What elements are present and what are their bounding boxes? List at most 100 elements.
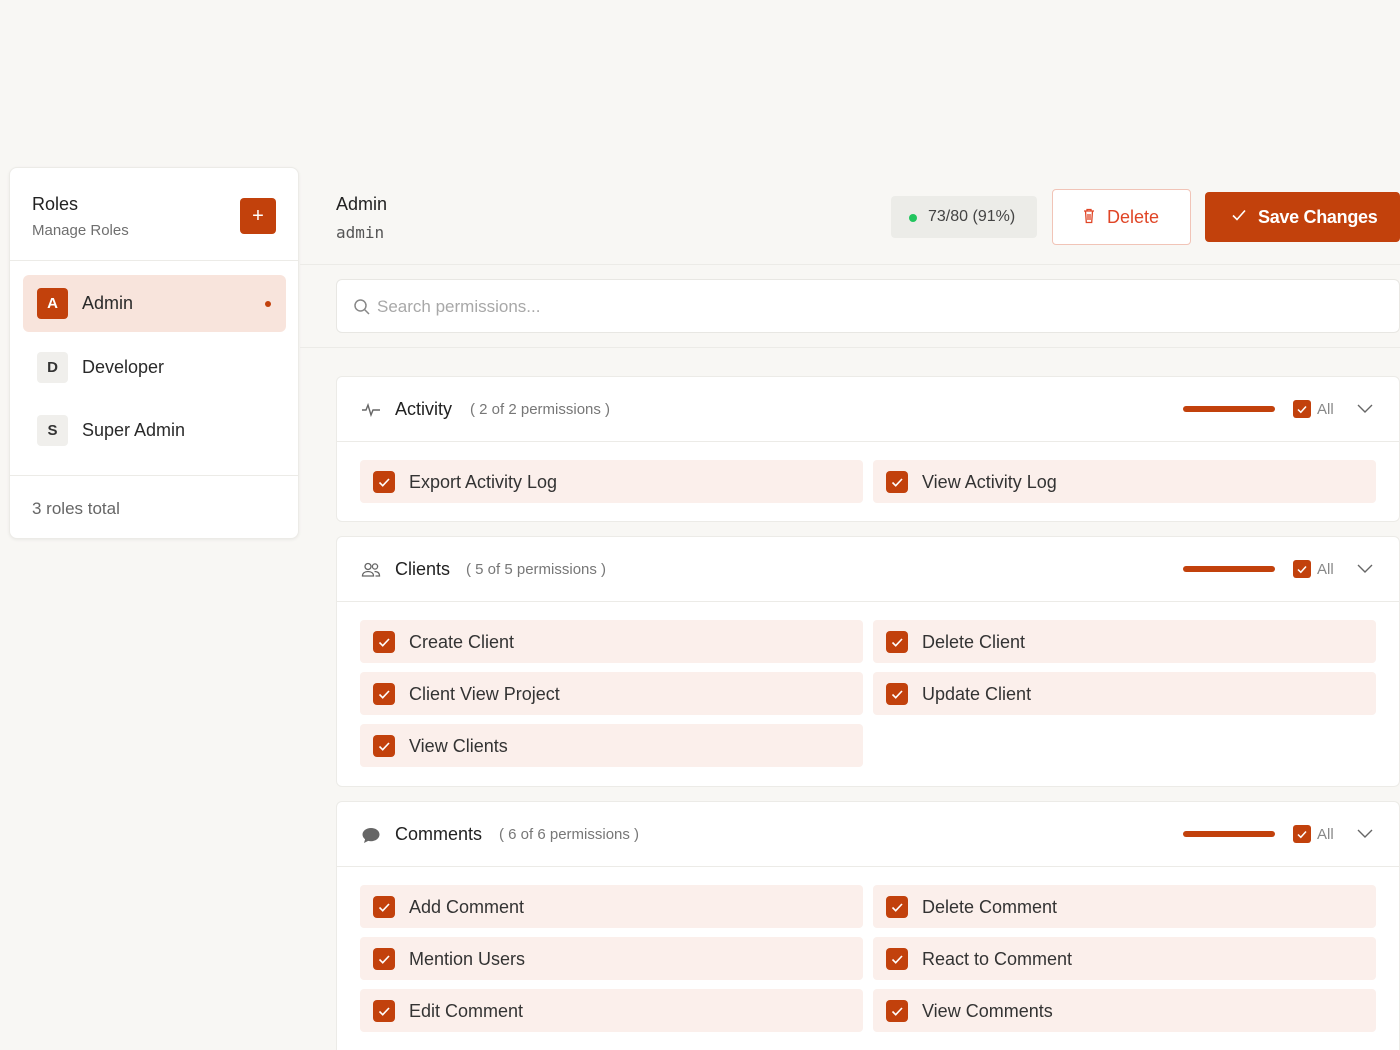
permission-stat-badge: 73/80 (91%) <box>891 196 1037 238</box>
delete-button[interactable]: Delete <box>1052 189 1191 245</box>
permission-item[interactable]: Mention Users <box>360 937 863 980</box>
status-dot-icon <box>909 214 917 222</box>
role-item-developer[interactable]: D Developer <box>23 339 286 396</box>
save-changes-label: Save Changes <box>1258 207 1378 227</box>
sidebar-subtitle: Manage Roles <box>32 222 129 239</box>
check-icon <box>378 638 390 647</box>
group-count: ( 2 of 2 permissions ) <box>470 401 611 418</box>
permission-checkbox[interactable] <box>886 896 908 918</box>
search-icon <box>354 299 370 315</box>
role-name: Super Admin <box>82 420 186 440</box>
roles-sidebar: Roles Manage Roles + A Admin D Developer… <box>9 167 299 539</box>
add-role-button[interactable]: + <box>240 198 276 234</box>
check-icon <box>1297 405 1307 414</box>
role-avatar: A <box>37 288 68 319</box>
permission-label: Mention Users <box>409 949 526 969</box>
roles-total-text: 3 roles total <box>32 499 120 518</box>
group-count: ( 5 of 5 permissions ) <box>466 561 607 578</box>
permission-item[interactable]: View Clients <box>360 724 863 767</box>
group-header[interactable]: Activity ( 2 of 2 permissions ) All <box>337 377 1399 442</box>
permission-item[interactable]: Client View Project <box>360 672 863 715</box>
permission-checkbox[interactable] <box>373 1000 395 1022</box>
check-icon <box>1232 209 1246 221</box>
permission-checkbox[interactable] <box>373 948 395 970</box>
group-progress-bar <box>1183 566 1275 572</box>
chevron-down-icon[interactable] <box>1357 562 1373 574</box>
check-icon <box>891 690 903 699</box>
permission-group-comments: Comments ( 6 of 6 permissions ) All Add … <box>336 801 1400 1050</box>
permission-checkbox[interactable] <box>373 735 395 757</box>
permission-label: Add Comment <box>409 897 525 917</box>
permission-item[interactable]: Edit Comment <box>360 989 863 1032</box>
trash-icon <box>1084 208 1094 224</box>
permission-item[interactable]: Export Activity Log <box>360 460 863 503</box>
permission-label: View Activity Log <box>922 472 1057 492</box>
group-name: Clients <box>395 559 451 579</box>
permission-label: React to Comment <box>922 949 1073 969</box>
group-count: ( 6 of 6 permissions ) <box>499 826 640 843</box>
permission-label: Delete Client <box>922 632 1026 652</box>
permission-checkbox[interactable] <box>886 683 908 705</box>
search-input[interactable] <box>377 294 1377 320</box>
permission-checkbox[interactable] <box>373 631 395 653</box>
chevron-down-icon[interactable] <box>1357 402 1373 414</box>
check-icon <box>1297 565 1307 574</box>
active-dot-indicator <box>265 301 271 307</box>
permission-item[interactable]: Update Client <box>873 672 1376 715</box>
select-all-label: All <box>1317 401 1334 418</box>
group-header[interactable]: Clients ( 5 of 5 permissions ) All <box>337 537 1399 602</box>
permission-item[interactable]: Create Client <box>360 620 863 663</box>
permission-label: Delete Comment <box>922 897 1058 917</box>
permission-item[interactable]: View Activity Log <box>873 460 1376 503</box>
permission-item[interactable]: Add Comment <box>360 885 863 928</box>
permission-checkbox[interactable] <box>373 683 395 705</box>
check-icon <box>891 638 903 647</box>
select-all-checkbox[interactable] <box>1293 825 1311 843</box>
select-all-checkbox[interactable] <box>1293 560 1311 578</box>
check-icon <box>378 1007 390 1016</box>
check-icon <box>891 478 903 487</box>
permission-label: View Clients <box>409 736 508 756</box>
permission-checkbox[interactable] <box>886 471 908 493</box>
check-icon <box>891 903 903 912</box>
permission-group-clients: Clients ( 5 of 5 permissions ) All Creat… <box>336 536 1400 787</box>
sidebar-header: Roles Manage Roles + <box>10 168 298 261</box>
permission-item[interactable]: Delete Comment <box>873 885 1376 928</box>
permission-checkbox[interactable] <box>886 948 908 970</box>
role-name: Developer <box>82 357 165 377</box>
select-all-label: All <box>1317 561 1334 578</box>
activity-icon <box>362 402 380 418</box>
select-all-checkbox[interactable] <box>1293 400 1311 418</box>
permission-checkbox[interactable] <box>886 1000 908 1022</box>
permission-label: Create Client <box>409 632 515 652</box>
role-name: Admin <box>82 293 134 313</box>
chevron-down-icon[interactable] <box>1357 827 1373 839</box>
group-progress-bar <box>1183 831 1275 837</box>
header-divider <box>300 264 1400 265</box>
check-icon <box>378 478 390 487</box>
permission-label: Export Activity Log <box>409 472 558 492</box>
check-icon <box>378 690 390 699</box>
permission-group-activity: Activity ( 2 of 2 permissions ) All Expo… <box>336 376 1400 522</box>
permission-checkbox[interactable] <box>886 631 908 653</box>
permission-item[interactable]: Delete Client <box>873 620 1376 663</box>
users-icon <box>361 562 381 577</box>
permission-label: Update Client <box>922 684 1032 704</box>
role-avatar: D <box>37 352 68 383</box>
permission-item[interactable]: React to Comment <box>873 937 1376 980</box>
save-changes-button[interactable]: Save Changes <box>1205 192 1400 242</box>
comment-icon <box>362 828 380 843</box>
permission-item[interactable]: View Comments <box>873 989 1376 1032</box>
permission-checkbox[interactable] <box>373 471 395 493</box>
search-divider <box>300 347 1400 348</box>
role-item-admin[interactable]: A Admin <box>23 275 286 332</box>
permission-label: Edit Comment <box>409 1001 524 1021</box>
role-avatar: S <box>37 415 68 446</box>
role-item-super-admin[interactable]: S Super Admin <box>23 402 286 459</box>
check-icon <box>1297 830 1307 839</box>
group-name: Activity <box>395 399 453 419</box>
permission-checkbox[interactable] <box>373 896 395 918</box>
check-icon <box>891 955 903 964</box>
search-box <box>336 279 1400 333</box>
group-header[interactable]: Comments ( 6 of 6 permissions ) All <box>337 802 1399 867</box>
